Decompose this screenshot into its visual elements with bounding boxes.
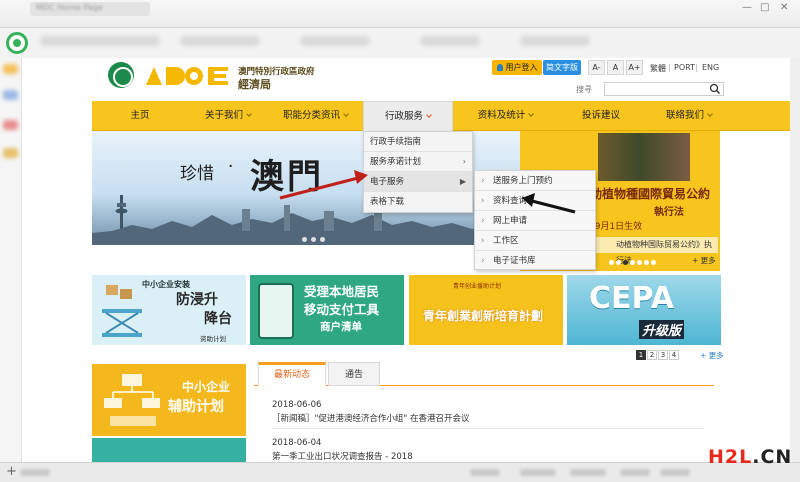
address-bar[interactable] (40, 36, 160, 46)
annotation-arrows (279, 170, 576, 214)
status-text (520, 469, 556, 476)
browser-window: MDC Home Page — □ ✕ + 澳門特別行政區政府 經濟局 用户登入… (0, 0, 800, 482)
browser-titlebar: MDC Home Page — □ ✕ (0, 0, 800, 28)
watermark-brand: H2L (708, 446, 753, 468)
minimize-icon[interactable]: — (742, 2, 752, 13)
browser-sidebar (0, 58, 22, 462)
add-icon[interactable]: + (6, 464, 17, 479)
sidebar-app-icon[interactable] (3, 120, 18, 130)
sidebar-app-icon[interactable] (3, 64, 18, 74)
maximize-icon[interactable]: □ (760, 2, 769, 13)
browser-statusbar: + (0, 462, 800, 482)
browser-tab-title: MDC Home Page (36, 3, 103, 12)
bookmark-bar-item (300, 36, 370, 46)
black-annotation-arrow (531, 199, 576, 214)
scrollbar[interactable] (790, 58, 800, 462)
red-arrowhead (354, 170, 368, 184)
status-text (620, 469, 650, 476)
red-annotation-arrow (279, 176, 359, 200)
web-page: 澳門特別行政區政府 經濟局 用户登入 简文字版 A- A A+ 繁體 | POR… (22, 58, 790, 462)
sidebar-app-icon[interactable] (3, 148, 18, 158)
status-text (660, 469, 690, 476)
bookmark-bar-item (420, 36, 480, 46)
bookmark-bar (180, 36, 260, 46)
watermark-logo: H2L.CN (708, 446, 792, 468)
watermark-suffix: .CN (752, 446, 793, 468)
status-text (470, 469, 500, 476)
sidebar-app-icon[interactable] (3, 90, 18, 100)
browser-home-icon[interactable] (6, 32, 28, 54)
bookmark-bar-item (520, 36, 590, 46)
close-icon[interactable]: ✕ (780, 2, 788, 13)
status-text (20, 469, 50, 476)
status-text (570, 469, 606, 476)
black-arrowhead (522, 193, 535, 207)
